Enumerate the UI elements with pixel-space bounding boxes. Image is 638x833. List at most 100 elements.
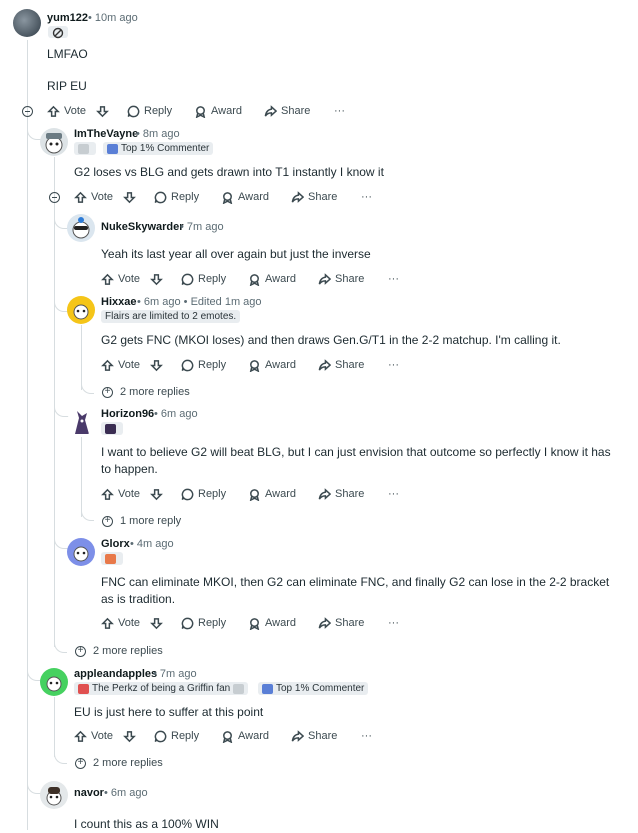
avatar[interactable] bbox=[67, 408, 95, 436]
top-commenter-flair: Top 1% Commenter bbox=[258, 682, 369, 695]
collapse-thread-button[interactable] bbox=[49, 192, 60, 203]
more-options-button[interactable]: ··· bbox=[388, 617, 399, 629]
username[interactable]: appleandapples bbox=[74, 668, 157, 680]
avatar[interactable] bbox=[67, 296, 95, 324]
username[interactable]: Glorx bbox=[101, 538, 130, 550]
downvote-icon bbox=[150, 359, 163, 371]
user-flair bbox=[101, 552, 123, 565]
timestamp: • 6m ago • Edited 1m ago bbox=[137, 296, 262, 308]
more-options-button[interactable]: ··· bbox=[388, 488, 399, 500]
upvote-icon bbox=[74, 191, 87, 203]
thread-connector bbox=[27, 115, 42, 140]
reply-button[interactable]: Reply bbox=[181, 273, 226, 286]
avatar[interactable] bbox=[13, 9, 41, 37]
action-bar: Vote Reply Award Share ··· bbox=[101, 614, 421, 632]
expand-icon: + bbox=[75, 645, 86, 657]
flair-emote-icon bbox=[233, 683, 245, 694]
downvote-button[interactable] bbox=[150, 359, 163, 372]
more-replies-link[interactable]: +2 more replies bbox=[75, 645, 163, 657]
reply-button[interactable]: Reply bbox=[181, 359, 226, 372]
share-button[interactable]: Share bbox=[318, 616, 364, 630]
upvote-button[interactable]: Vote bbox=[47, 105, 86, 118]
award-button[interactable]: Award bbox=[221, 730, 269, 743]
reply-button[interactable]: Reply bbox=[127, 105, 172, 118]
thread-connector bbox=[54, 640, 67, 653]
upvote-button[interactable]: Vote bbox=[101, 273, 140, 286]
expand-icon: + bbox=[75, 757, 86, 769]
comment-icon bbox=[181, 359, 194, 371]
username[interactable]: NukeSkywarder bbox=[101, 221, 184, 233]
reply-button[interactable]: Reply bbox=[181, 488, 226, 501]
award-button[interactable]: Award bbox=[248, 488, 296, 501]
reply-button[interactable]: Reply bbox=[154, 730, 199, 743]
downvote-button[interactable] bbox=[150, 617, 163, 630]
downvote-button[interactable] bbox=[96, 105, 109, 118]
avatar[interactable] bbox=[67, 214, 95, 242]
user-flair: Flairs are limited to 2 emotes. bbox=[101, 310, 241, 323]
avatar[interactable] bbox=[40, 781, 68, 809]
upvote-button[interactable]: Vote bbox=[101, 359, 140, 372]
share-button[interactable]: Share bbox=[318, 272, 364, 286]
upvote-button[interactable]: Vote bbox=[101, 617, 140, 630]
flair-emote-icon bbox=[78, 683, 89, 694]
award-button[interactable]: Award bbox=[248, 359, 296, 372]
username[interactable]: yum122 bbox=[47, 12, 88, 24]
share-icon bbox=[318, 358, 331, 371]
thread-line bbox=[54, 697, 55, 757]
username[interactable]: ImTheVayne bbox=[74, 128, 138, 140]
award-button[interactable]: Award bbox=[221, 191, 269, 204]
share-button[interactable]: Share bbox=[318, 487, 364, 501]
thread-connector bbox=[81, 510, 94, 521]
upvote-button[interactable]: Vote bbox=[74, 191, 113, 204]
more-replies-link[interactable]: +2 more replies bbox=[75, 757, 163, 769]
more-options-button[interactable]: ··· bbox=[361, 730, 372, 742]
share-icon bbox=[291, 190, 304, 203]
username[interactable]: Horizon96 bbox=[101, 408, 154, 420]
more-replies-link[interactable]: +1 more reply bbox=[102, 515, 181, 527]
upvote-icon bbox=[101, 488, 114, 500]
upvote-button[interactable]: Vote bbox=[74, 730, 113, 743]
share-button[interactable]: Share bbox=[291, 729, 337, 743]
comment-body: RIP EU bbox=[47, 79, 87, 93]
comment-body: G2 loses vs BLG and gets drawn into T1 i… bbox=[74, 165, 384, 179]
reply-button[interactable]: Reply bbox=[181, 617, 226, 630]
avatar[interactable] bbox=[40, 668, 68, 696]
award-icon bbox=[195, 105, 206, 118]
avatar[interactable] bbox=[40, 128, 68, 156]
collapse-thread-button[interactable] bbox=[22, 106, 33, 117]
comment-body: FNC can eliminate MKOI, then G2 can elim… bbox=[101, 575, 610, 606]
expand-icon: + bbox=[102, 515, 113, 527]
downvote-button[interactable] bbox=[150, 273, 163, 286]
more-options-button[interactable]: ··· bbox=[388, 359, 399, 371]
upvote-icon bbox=[74, 730, 87, 742]
more-options-button[interactable]: ··· bbox=[388, 273, 399, 285]
share-button[interactable]: Share bbox=[318, 358, 364, 372]
upvote-icon bbox=[101, 359, 114, 371]
comment-body: EU is just here to suffer at this point bbox=[74, 705, 264, 719]
award-button[interactable]: Award bbox=[248, 617, 296, 630]
downvote-icon bbox=[150, 273, 163, 285]
more-options-button[interactable]: ··· bbox=[361, 191, 372, 203]
thread-connector bbox=[54, 751, 67, 764]
avatar[interactable] bbox=[67, 538, 95, 566]
downvote-button[interactable] bbox=[123, 191, 136, 204]
downvote-button[interactable] bbox=[123, 730, 136, 743]
thread-connector bbox=[27, 760, 42, 794]
award-button[interactable]: Award bbox=[248, 273, 296, 286]
share-icon bbox=[291, 729, 304, 742]
thread-connector bbox=[27, 650, 42, 681]
reply-button[interactable]: Reply bbox=[154, 191, 199, 204]
upvote-button[interactable]: Vote bbox=[101, 488, 140, 501]
username[interactable]: navor bbox=[74, 787, 104, 799]
username[interactable]: Hixxae bbox=[101, 296, 136, 308]
award-button[interactable]: Award bbox=[194, 105, 242, 118]
flair-emote-icon bbox=[78, 143, 89, 154]
share-button[interactable]: Share bbox=[264, 104, 310, 118]
share-icon bbox=[318, 487, 331, 500]
downvote-button[interactable] bbox=[150, 488, 163, 501]
action-bar: Vote Reply Award Share ··· bbox=[47, 102, 367, 120]
more-replies-link[interactable]: +2 more replies bbox=[102, 386, 190, 398]
more-options-button[interactable]: ··· bbox=[334, 105, 345, 117]
comment-body: I count this as a 100% WIN bbox=[74, 817, 219, 831]
share-button[interactable]: Share bbox=[291, 190, 337, 204]
